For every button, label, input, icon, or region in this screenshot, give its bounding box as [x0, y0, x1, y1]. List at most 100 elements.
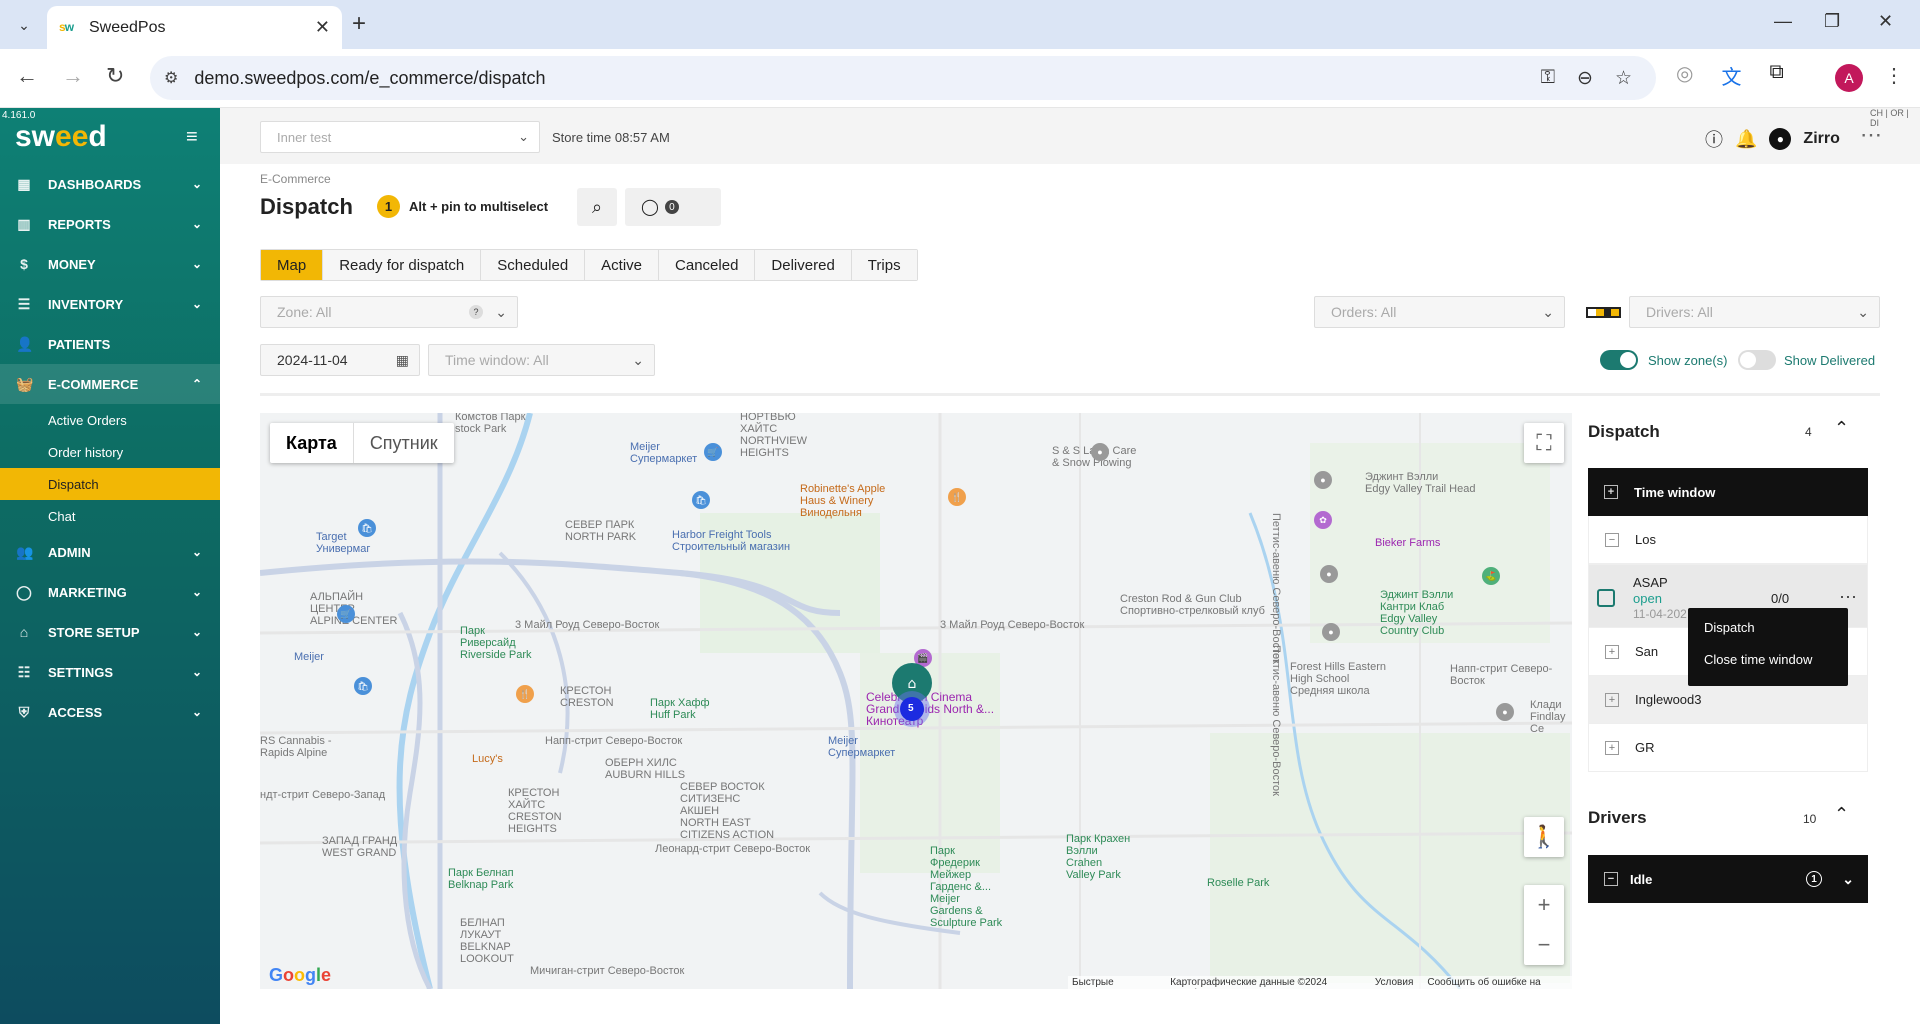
place-pin-icon[interactable]: ● [1091, 443, 1109, 461]
shopping-pin-icon[interactable]: 🛍 [354, 677, 372, 695]
sidebar-item-access[interactable]: ⛨ ACCESS ⌄ [0, 692, 220, 732]
sidebar-sub-active-orders[interactable]: Active Orders [0, 404, 220, 436]
time-window-header[interactable]: + Time window [1588, 468, 1868, 516]
tab-close-icon[interactable]: ✕ [315, 17, 330, 38]
bookmark-star-icon[interactable]: ☆ [1615, 67, 1632, 90]
sidebar-sub-order-history[interactable]: Order history [0, 436, 220, 468]
sidebar-item-marketing[interactable]: ◯ MARKETING ⌄ [0, 572, 220, 612]
list-item[interactable]: − Los [1588, 516, 1868, 564]
site-info-icon[interactable]: ⚙ [164, 68, 178, 88]
sidebar-sub-chat[interactable]: Chat [0, 500, 220, 532]
expand-icon[interactable]: + [1604, 485, 1618, 499]
user-avatar-icon[interactable]: ● [1769, 128, 1792, 150]
sweed-logo[interactable]: sweed [15, 120, 107, 154]
search-button[interactable]: ⌕ [577, 188, 617, 226]
tab-ready-for-dispatch[interactable]: Ready for dispatch [323, 250, 482, 280]
zone-filter[interactable]: Zone: All ? ⌄ [260, 296, 518, 328]
sidebar-item-store-setup[interactable]: ⌂ STORE SETUP ⌄ [0, 612, 220, 652]
shopping-pin-icon[interactable]: 🛒 [337, 605, 355, 623]
sidebar-item-admin[interactable]: 👥 ADMIN ⌄ [0, 532, 220, 572]
orders-filter[interactable]: Orders: All ⌄ [1314, 296, 1565, 328]
tab-search-chevron-icon[interactable]: ⌄ [10, 11, 38, 39]
zoom-in-icon[interactable]: + [1538, 885, 1551, 925]
reload-icon[interactable]: ↻ [106, 63, 124, 89]
sidebar-item-patients[interactable]: 👤 PATIENTS [0, 324, 220, 364]
show-delivered-toggle[interactable] [1738, 350, 1776, 370]
sidebar-item-ecommerce[interactable]: 🧺 E-COMMERCE ⌃ [0, 364, 220, 404]
collapse-icon[interactable]: − [1604, 872, 1618, 886]
more-options-icon[interactable]: ⋯ [1839, 587, 1857, 608]
place-pin-icon[interactable]: ● [1320, 565, 1338, 583]
profile-avatar[interactable]: A [1835, 64, 1863, 92]
map-type-satellite[interactable]: Спутник [354, 423, 454, 463]
chevron-down-icon[interactable]: ⌄ [1842, 871, 1854, 888]
browser-tab[interactable]: sw SweedPos ✕ [47, 6, 342, 49]
sidebar-sub-dispatch[interactable]: Dispatch [0, 468, 220, 500]
sidebar-item-dashboards[interactable]: ▦ DASHBOARDS ⌄ [0, 164, 220, 204]
shopping-pin-icon[interactable]: 🛒 [704, 443, 722, 461]
tab-active[interactable]: Active [585, 250, 660, 280]
minimize-icon[interactable]: — [1774, 11, 1792, 32]
calendar-icon[interactable]: ▦ [396, 352, 409, 369]
restaurant-pin-icon[interactable]: 🍴 [516, 685, 534, 703]
map-type-map[interactable]: Карта [270, 423, 354, 463]
collapse-chevron-icon[interactable]: ⌃ [1834, 418, 1849, 439]
url-field[interactable]: ⚙ demo.sweedpos.com/e_commerce/dispatch … [150, 56, 1656, 100]
sidebar-item-money[interactable]: $ MONEY ⌄ [0, 244, 220, 284]
tab-map[interactable]: Map [261, 250, 324, 280]
farm-pin-icon[interactable]: ✿ [1314, 511, 1332, 529]
help-icon[interactable]: ? [469, 305, 483, 319]
hamburger-menu-icon[interactable]: ≡ [186, 126, 198, 149]
store-select[interactable]: Inner test ⌄ [260, 121, 540, 153]
back-icon[interactable]: ← [16, 63, 38, 89]
asap-checkbox[interactable] [1597, 589, 1615, 607]
list-item[interactable]: + GR [1588, 724, 1868, 772]
zoom-icon[interactable]: ⊖ [1577, 67, 1593, 90]
context-menu-dispatch[interactable]: Dispatch [1704, 620, 1832, 652]
terms-link[interactable]: Условия [1375, 977, 1414, 989]
notification-bell-icon[interactable]: 🔔 [1735, 129, 1757, 150]
fullscreen-icon[interactable]: ⛶ [1524, 423, 1564, 463]
show-zones-toggle[interactable] [1600, 350, 1638, 370]
window-close-icon[interactable]: ✕ [1878, 11, 1893, 32]
new-tab-icon[interactable]: + [352, 10, 366, 38]
place-pin-icon[interactable]: ● [1314, 471, 1332, 489]
street-view-pegman-icon[interactable]: 🚶 [1524, 817, 1564, 857]
drivers-filter[interactable]: Drivers: All ⌄ [1629, 296, 1880, 328]
extensions-puzzle-icon[interactable]: ⧉ [1769, 61, 1783, 90]
chat-button[interactable]: ◯ 0 [625, 188, 721, 226]
forward-icon[interactable]: → [62, 63, 84, 89]
tab-scheduled[interactable]: Scheduled [481, 250, 586, 280]
golf-pin-icon[interactable]: ⛳ [1482, 567, 1500, 585]
school-pin-icon[interactable]: ● [1322, 623, 1340, 641]
tab-trips[interactable]: Trips [851, 250, 917, 280]
dispatch-map[interactable]: Карта Спутник ⛶ 🚶 + − Комстов Парк stock … [260, 413, 1572, 989]
drivers-idle-group[interactable]: − Idle 1 ⌄ [1588, 855, 1868, 903]
sidebar-item-reports[interactable]: ▥ REPORTS ⌄ [0, 204, 220, 244]
collapse-icon[interactable]: − [1605, 532, 1619, 547]
tab-canceled[interactable]: Canceled [659, 250, 756, 280]
time-window-filter[interactable]: Time window: All ⌄ [428, 344, 655, 376]
context-menu-close-time-window[interactable]: Close time window [1704, 652, 1832, 684]
report-error-link[interactable]: Сообщить об ошибке на карте [1427, 977, 1568, 989]
shopping-pin-icon[interactable]: 🛍 [358, 519, 376, 537]
sidebar-item-settings[interactable]: ☷ SETTINGS ⌄ [0, 652, 220, 692]
tab-delivered[interactable]: Delivered [755, 250, 852, 280]
place-pin-icon[interactable]: ● [1496, 703, 1514, 721]
sidebar-item-inventory[interactable]: ☰ INVENTORY ⌄ [0, 284, 220, 324]
shopping-pin-icon[interactable]: 🛍 [692, 491, 710, 509]
expand-icon[interactable]: + [1605, 692, 1619, 707]
user-name[interactable]: Zirro [1803, 130, 1839, 148]
breadcrumb[interactable]: E-Commerce [260, 172, 331, 186]
browser-menu-icon[interactable]: ⋮ [1884, 63, 1904, 88]
expand-icon[interactable]: + [1605, 740, 1619, 755]
help-icon[interactable]: ⓘ [1705, 126, 1723, 152]
extension-icon[interactable]: ◎ [1676, 61, 1693, 90]
keyboard-shortcuts-link[interactable]: Быстрые клавиши [1072, 977, 1156, 989]
restaurant-pin-icon[interactable]: 🍴 [948, 488, 966, 506]
date-field[interactable]: 2024-11-04 ▦ [260, 344, 420, 376]
collapse-chevron-icon[interactable]: ⌃ [1834, 804, 1849, 825]
translate-icon[interactable]: 文 [1721, 61, 1741, 90]
restore-icon[interactable]: ❐ [1824, 11, 1840, 32]
expand-icon[interactable]: + [1605, 644, 1619, 659]
